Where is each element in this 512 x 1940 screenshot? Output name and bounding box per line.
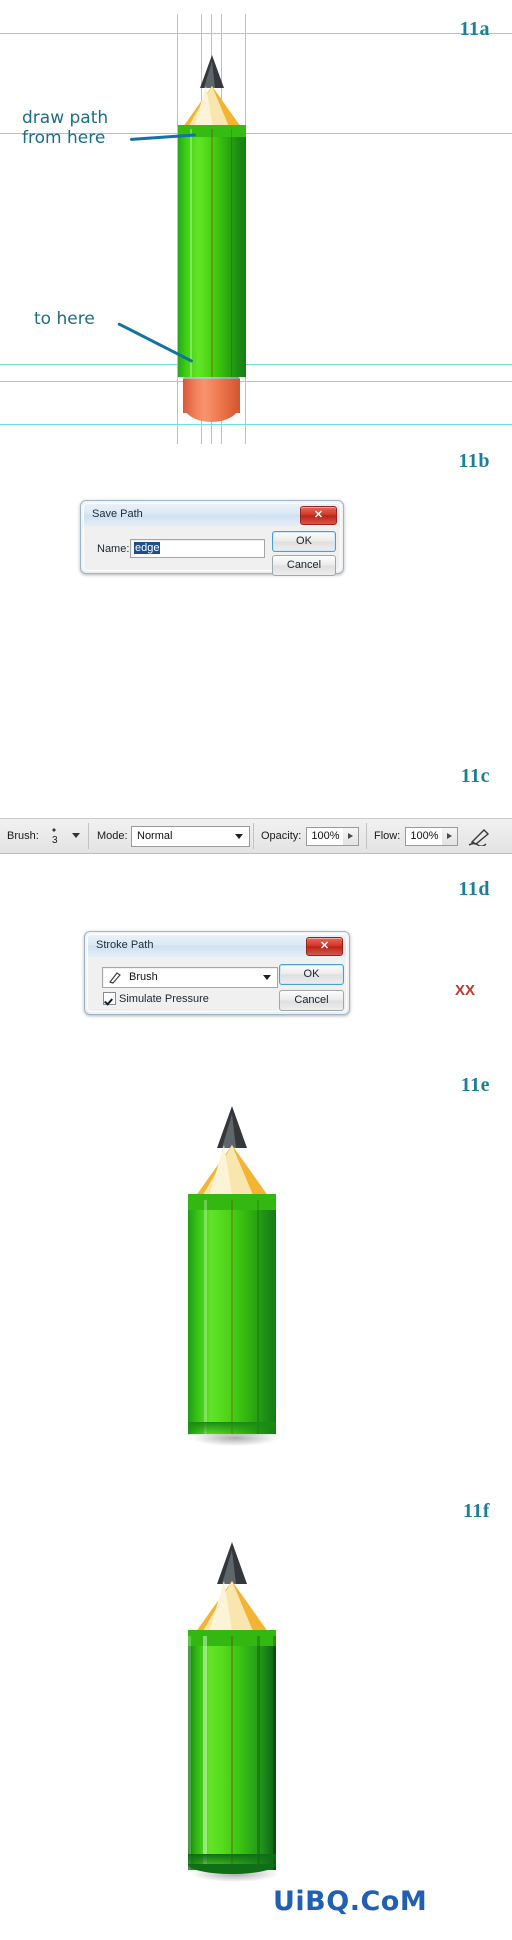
save-path-dialog: Save Path ✕ Name: edge OK Cancel xyxy=(80,500,344,576)
pencil-illustration-11a xyxy=(178,55,246,377)
chevron-down-icon xyxy=(235,834,243,839)
airbrush-icon[interactable] xyxy=(468,828,494,847)
name-label: Name: xyxy=(97,543,130,555)
opacity-slider-toggle[interactable] xyxy=(343,827,359,846)
blend-mode-value: Normal xyxy=(137,830,173,842)
barrel-right-edge-stroke xyxy=(273,1636,276,1870)
opacity-input[interactable]: 100% xyxy=(306,827,345,846)
opacity-label: Opacity: xyxy=(261,830,302,842)
stroke-tool-select[interactable]: Brush xyxy=(102,967,278,988)
section-label-11c: 11c xyxy=(460,765,490,787)
stroke-path-dialog: Stroke Path ✕ Brush Simulate Pressure OK… xyxy=(84,931,350,1015)
flow-label: Flow: xyxy=(374,830,401,842)
guide-horizontal[interactable] xyxy=(0,33,512,34)
stroke-path-ok-button[interactable]: OK xyxy=(279,964,344,985)
error-marker-xx: XX xyxy=(455,982,476,999)
guide-horizontal[interactable] xyxy=(0,381,512,382)
annotation-to-here: to here xyxy=(34,309,95,329)
path-name-input[interactable]: edge xyxy=(130,539,265,558)
graphite-highlight xyxy=(222,1114,236,1148)
section-label-11e: 11e xyxy=(460,1074,490,1096)
pencil-illustration-11f xyxy=(188,1542,276,1874)
graphite-highlight xyxy=(222,1550,236,1584)
brush-options-bar: Brush: 3 Mode: Normal Opacity: 100% Flow… xyxy=(0,818,512,854)
divider xyxy=(88,823,89,849)
annotation-draw-path-from-here: draw path from here xyxy=(22,108,109,148)
facet-edge-right xyxy=(231,129,232,377)
eraser-bottom-cap xyxy=(183,404,240,422)
save-path-cancel-button[interactable]: Cancel xyxy=(272,555,336,576)
graphite-highlight xyxy=(204,61,215,88)
section-label-11f: 11f xyxy=(462,1500,490,1522)
dialog-frame: Save Path ✕ Name: edge OK Cancel xyxy=(83,503,341,576)
chevron-down-icon xyxy=(263,975,271,980)
brush-icon xyxy=(108,971,122,984)
brush-label: Brush: xyxy=(7,830,39,842)
stroke-path-title: Stroke Path xyxy=(96,939,154,951)
dialog-frame: Stroke Path ✕ Brush Simulate Pressure OK… xyxy=(87,934,347,1012)
facet-edge-left xyxy=(204,1200,207,1434)
tutorial-canvas: draw path from here to here 11a 11b Save… xyxy=(0,0,512,1940)
blend-mode-select[interactable]: Normal xyxy=(131,826,250,847)
facet-edge-center xyxy=(231,1636,233,1870)
divider xyxy=(366,823,367,849)
section-label-11d: 11d xyxy=(458,878,490,900)
flow-slider-toggle[interactable] xyxy=(442,827,458,846)
simulate-pressure-checkbox[interactable] xyxy=(103,992,116,1005)
stroke-path-titlebar[interactable]: Stroke Path ✕ xyxy=(88,935,346,958)
save-path-body: Name: edge OK Cancel xyxy=(84,526,340,576)
stroke-tool-value: Brush xyxy=(129,971,158,983)
section-label-11b: 11b xyxy=(458,450,490,472)
stroke-path-cancel-button[interactable]: Cancel xyxy=(279,990,344,1011)
simulate-pressure-label: Simulate Pressure xyxy=(119,993,209,1005)
brush-size-value[interactable]: 3 xyxy=(52,835,58,846)
site-watermark: UiBQ.CoM xyxy=(273,1886,428,1917)
mode-label: Mode: xyxy=(97,830,128,842)
save-path-ok-button[interactable]: OK xyxy=(272,531,336,552)
barrel-bottom-shade xyxy=(188,1422,276,1436)
close-icon[interactable]: ✕ xyxy=(300,506,337,525)
flow-input[interactable]: 100% xyxy=(405,827,444,846)
close-icon[interactable]: ✕ xyxy=(306,937,343,956)
chevron-down-icon[interactable] xyxy=(72,833,80,838)
facet-edge-right-stroke xyxy=(257,1636,260,1870)
divider xyxy=(253,823,254,849)
guide-horizontal[interactable] xyxy=(0,424,512,425)
guide-horizontal[interactable] xyxy=(0,364,512,365)
pencil-illustration-11e xyxy=(188,1106,276,1436)
save-path-titlebar[interactable]: Save Path ✕ xyxy=(84,504,340,527)
facet-edge-right xyxy=(257,1200,259,1434)
section-label-11a: 11a xyxy=(459,18,490,40)
stroke-path-body: Brush Simulate Pressure OK Cancel xyxy=(88,957,346,1011)
brush-preview-icon xyxy=(52,828,64,832)
barrel-left-edge-stroke xyxy=(188,1636,191,1870)
save-path-title: Save Path xyxy=(92,508,143,520)
path-name-value: edge xyxy=(134,542,161,554)
facet-edge-center xyxy=(231,1200,233,1434)
facet-edge-center xyxy=(211,129,213,377)
facet-edge-left xyxy=(190,129,192,377)
facet-edge-left-stroke xyxy=(203,1636,207,1870)
